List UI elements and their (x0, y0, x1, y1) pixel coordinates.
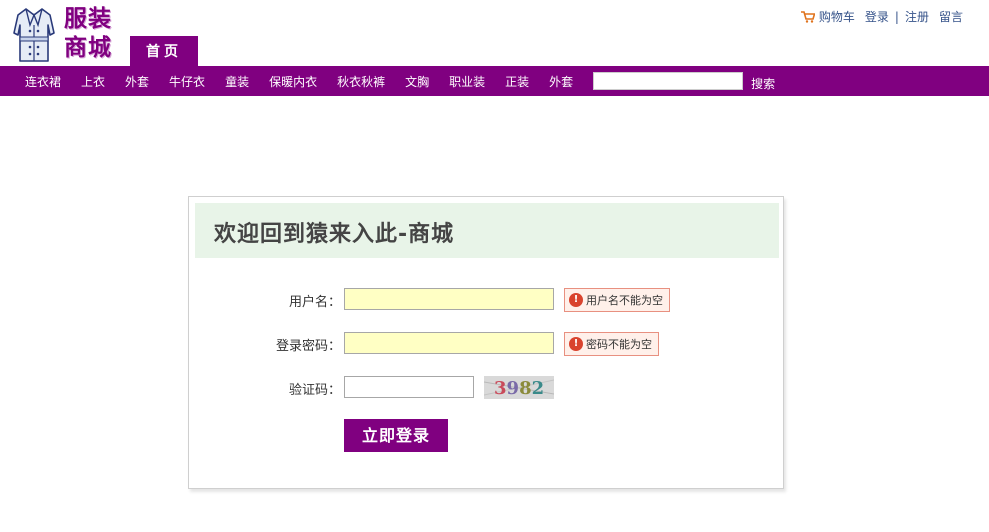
username-input[interactable] (344, 288, 554, 310)
password-label: 登录密码： (275, 339, 341, 354)
nav-item-outerwear[interactable]: 外套 (549, 73, 573, 90)
username-error-tip: ! 用户名不能为空 (564, 288, 670, 312)
nav-item-denim[interactable]: 牛仔衣 (169, 73, 205, 90)
search-button[interactable]: 搜索 (751, 75, 775, 92)
category-nav: 连衣裙 上衣 外套 牛仔衣 童装 保暖内衣 秋衣秋裤 文胸 职业装 正装 外套 … (0, 66, 989, 96)
top-links: 购物车 登录 | 注册 留言 (800, 8, 963, 25)
nav-item-dress[interactable]: 连衣裙 (25, 73, 61, 90)
captcha-char: 3 (494, 378, 507, 399)
nav-item-formal[interactable]: 正装 (505, 73, 529, 90)
search-input[interactable] (593, 72, 744, 90)
login-panel-header: 欢迎回到猿来入此-商城 (195, 203, 779, 258)
login-link[interactable]: 登录 (865, 8, 889, 25)
captcha-text: 3982 (494, 378, 544, 399)
link-separator: | (894, 9, 899, 24)
password-error-tip: ! 密码不能为空 (564, 332, 659, 356)
username-label: 用户名： (288, 295, 341, 310)
captcha-image[interactable]: 3982 (484, 376, 554, 399)
page: 服装 商城 首页 购物车 登录 | 注册 留言 连衣裙 上衣 外套 牛仔衣 童装… (0, 0, 989, 532)
cart-link[interactable]: 购物车 (819, 8, 855, 25)
nav-item-kids[interactable]: 童装 (225, 73, 249, 90)
nav-item-thermal[interactable]: 保暖内衣 (269, 73, 317, 90)
nav-item-coat[interactable]: 外套 (125, 73, 149, 90)
login-title: 欢迎回到猿来入此-商城 (214, 222, 455, 247)
captcha-input[interactable] (344, 376, 474, 398)
tab-home[interactable]: 首页 (130, 36, 198, 66)
logo-text: 服装 商城 (64, 5, 112, 63)
logo-line-1: 服装 (64, 6, 112, 32)
shopping-cart-icon (800, 10, 815, 23)
error-icon: ! (569, 293, 583, 307)
password-error-text: 密码不能为空 (586, 338, 652, 351)
username-error-text: 用户名不能为空 (586, 294, 663, 307)
register-link[interactable]: 注册 (905, 8, 929, 25)
captcha-label: 验证码： (288, 383, 341, 398)
nav-item-autumn-wear[interactable]: 秋衣秋裤 (337, 73, 385, 90)
error-icon: ! (569, 337, 583, 351)
password-input[interactable] (344, 332, 554, 354)
captcha-char: 2 (532, 378, 545, 399)
login-submit-button[interactable]: 立即登录 (344, 419, 448, 452)
captcha-char: 8 (519, 378, 532, 399)
nav-item-tops[interactable]: 上衣 (81, 73, 105, 90)
nav-item-bra[interactable]: 文胸 (405, 73, 429, 90)
message-link[interactable]: 留言 (939, 8, 963, 25)
coat-logo-icon (13, 8, 55, 62)
logo-line-2: 商城 (64, 35, 112, 61)
captcha-char: 9 (507, 378, 520, 399)
nav-item-workwear[interactable]: 职业装 (449, 73, 485, 90)
